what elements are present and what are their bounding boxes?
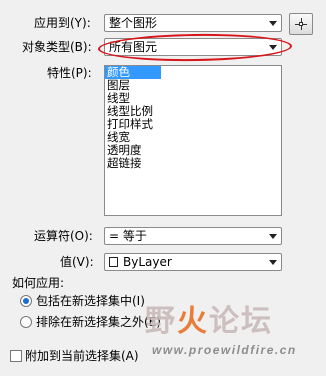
value-value: ByLayer bbox=[123, 255, 172, 269]
properties-listbox[interactable]: 颜色 图层 线型 线型比例 打印样式 线宽 透明度 超链接 bbox=[104, 65, 282, 216]
value-dropdown[interactable]: ByLayer bbox=[104, 253, 282, 271]
chevron-down-icon bbox=[264, 15, 281, 31]
append-label[interactable]: 附加到当前选择集(A) bbox=[25, 349, 139, 363]
operator-dropdown[interactable]: = 等于 bbox=[104, 227, 282, 245]
watermark-logo: 野火论坛 bbox=[145, 304, 273, 339]
list-item[interactable]: 打印样式 bbox=[105, 118, 281, 131]
chevron-down-icon bbox=[264, 228, 281, 244]
object-type-label: 对象类型(B): bbox=[22, 40, 92, 54]
color-swatch-icon bbox=[109, 257, 118, 267]
list-item[interactable]: 超链接 bbox=[105, 157, 281, 170]
operator-value: = 等于 bbox=[109, 229, 147, 243]
apply-to-value: 整个图形 bbox=[109, 16, 158, 30]
include-radio[interactable] bbox=[20, 295, 32, 307]
list-item[interactable]: 图层 bbox=[105, 79, 281, 92]
apply-to-dropdown[interactable]: 整个图形 bbox=[104, 14, 282, 32]
quick-select-pick-button[interactable] bbox=[289, 13, 313, 35]
exclude-label[interactable]: 排除在新选择集之外(E) bbox=[36, 315, 161, 329]
operator-label: 运算符(O): bbox=[34, 229, 93, 243]
exclude-radio[interactable] bbox=[20, 316, 32, 328]
how-to-apply-label: 如何应用: bbox=[12, 276, 65, 290]
apply-to-label: 应用到(Y): bbox=[34, 16, 91, 30]
properties-label: 特性(P): bbox=[47, 66, 92, 80]
append-checkbox[interactable] bbox=[10, 350, 22, 362]
chevron-down-icon bbox=[264, 254, 281, 270]
include-label[interactable]: 包括在新选择集中(I) bbox=[36, 294, 145, 308]
value-label: 值(V): bbox=[60, 255, 94, 269]
watermark-url: www.proewildfire.cn bbox=[152, 343, 297, 357]
